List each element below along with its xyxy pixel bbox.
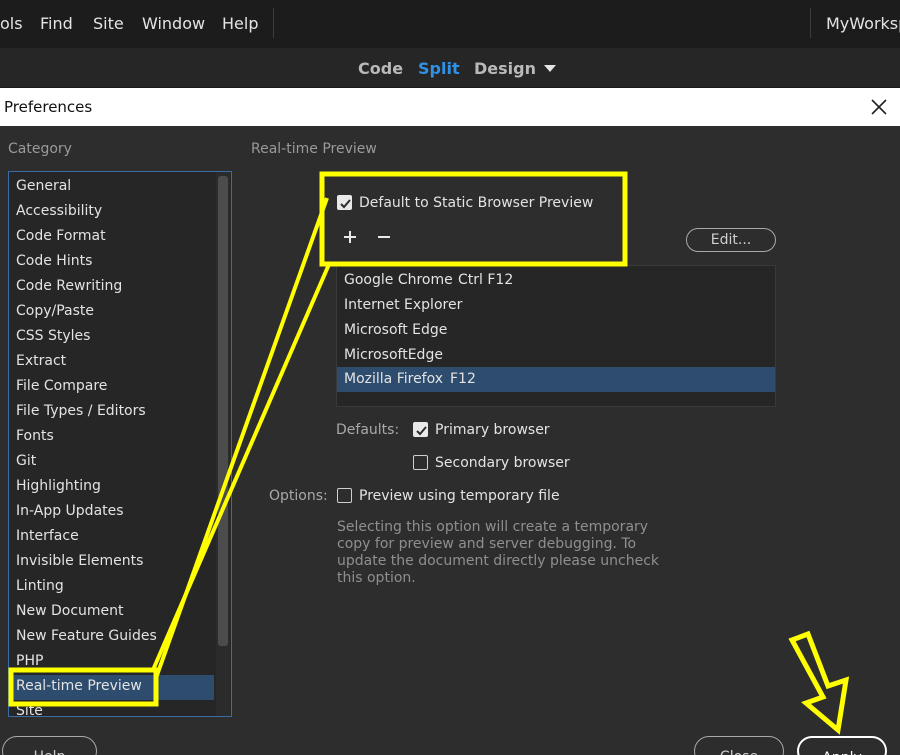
category-item-git[interactable]: Git (9, 450, 214, 475)
edit-browser-button[interactable]: Edit... (686, 228, 776, 252)
category-item-php[interactable]: PHP (9, 650, 214, 675)
code-view-button[interactable]: Code (358, 59, 403, 78)
static-preview-label: Default to Static Browser Preview (359, 195, 594, 211)
category-item-code-rewriting[interactable]: Code Rewriting (9, 275, 214, 300)
browser-shortcut: F12 (450, 371, 476, 387)
category-item-file-types[interactable]: File Types / Editors (9, 400, 214, 425)
category-item-real-time-preview[interactable]: Real-time Preview (9, 675, 214, 700)
category-item-new-document[interactable]: New Document (9, 600, 214, 625)
checkmark-icon (340, 199, 351, 209)
browser-row[interactable]: Internet Explorer (337, 293, 775, 318)
category-item-code-hints[interactable]: Code Hints (9, 250, 214, 275)
browser-name: MicrosoftEdge (344, 347, 443, 363)
close-button[interactable]: Close (694, 736, 784, 755)
menu-bar: ols Find Site Window Help MyWorksp (0, 0, 900, 48)
browser-name: Mozilla Firefox (344, 371, 444, 387)
category-item-in-app-updates[interactable]: In-App Updates (9, 500, 214, 525)
menu-site[interactable]: Site (93, 14, 124, 33)
minus-icon[interactable] (375, 228, 393, 246)
category-item-highlighting[interactable]: Highlighting (9, 475, 214, 500)
help-button[interactable]: Help (2, 736, 97, 755)
options-label: Options: (269, 488, 328, 504)
menu-help[interactable]: Help (222, 14, 258, 33)
category-item-copy-paste[interactable]: Copy/Paste (9, 300, 214, 325)
category-item-css-styles[interactable]: CSS Styles (9, 325, 214, 350)
menu-tools[interactable]: ols (0, 14, 23, 33)
category-item-accessibility[interactable]: Accessibility (9, 200, 214, 225)
plus-icon[interactable] (341, 228, 359, 246)
browser-row[interactable]: Google Chrome Ctrl F12 (337, 268, 775, 293)
category-heading: Category (8, 141, 72, 157)
browser-shortcut: Ctrl F12 (458, 272, 514, 288)
category-item-site[interactable]: Site (9, 700, 214, 716)
category-list[interactable]: General Accessibility Code Format Code H… (8, 171, 232, 717)
browser-name: Microsoft Edge (344, 322, 448, 338)
defaults-label: Defaults: (336, 422, 400, 438)
static-preview-checkbox[interactable] (337, 195, 352, 210)
temp-file-checkbox[interactable] (337, 488, 352, 503)
dropdown-caret-icon[interactable] (544, 65, 556, 72)
browser-name: Internet Explorer (344, 297, 463, 313)
category-item-linting[interactable]: Linting (9, 575, 214, 600)
category-scrollbar-thumb[interactable] (218, 176, 228, 646)
category-item-new-feature-guides[interactable]: New Feature Guides (9, 625, 214, 650)
highlight-box-static-preview (319, 171, 628, 267)
category-item-fonts[interactable]: Fonts (9, 425, 214, 450)
workspace-switcher[interactable]: MyWorksp (826, 14, 900, 33)
category-item-interface[interactable]: Interface (9, 525, 214, 550)
dialog-title: Preferences (4, 98, 93, 116)
category-item-extract[interactable]: Extract (9, 350, 214, 375)
browser-row[interactable]: MicrosoftEdge (337, 343, 775, 368)
menu-divider (273, 8, 274, 38)
category-item-code-format[interactable]: Code Format (9, 225, 214, 250)
menu-find[interactable]: Find (40, 14, 73, 33)
view-switcher: Code Split Design (0, 48, 900, 88)
close-icon[interactable] (868, 96, 890, 118)
browser-row[interactable]: Microsoft Edge (337, 318, 775, 343)
dialog-titlebar: Preferences (0, 88, 900, 126)
temp-file-description: Selecting this option will create a temp… (337, 519, 659, 586)
browser-name: Google Chrome (344, 272, 453, 288)
design-view-button[interactable]: Design (474, 59, 536, 78)
browser-list[interactable]: Google Chrome Ctrl F12 Internet Explorer… (336, 265, 776, 407)
browser-row[interactable]: Mozilla Firefox F12 (337, 367, 775, 392)
primary-browser-label: Primary browser (435, 422, 550, 438)
category-item-file-compare[interactable]: File Compare (9, 375, 214, 400)
menu-window[interactable]: Window (142, 14, 205, 33)
section-title: Real-time Preview (251, 141, 377, 157)
temp-file-label: Preview using temporary file (359, 488, 560, 504)
secondary-browser-label: Secondary browser (435, 455, 570, 471)
primary-browser-checkbox[interactable] (413, 422, 428, 437)
split-view-button[interactable]: Split (418, 59, 460, 78)
category-item-general[interactable]: General (9, 175, 214, 200)
category-item-invisible-elements[interactable]: Invisible Elements (9, 550, 214, 575)
apply-button[interactable]: Apply (797, 736, 887, 755)
secondary-browser-checkbox[interactable] (413, 455, 428, 470)
down-arrow-annotation (788, 630, 850, 735)
checkmark-icon (416, 426, 427, 436)
menu-divider (810, 8, 811, 38)
